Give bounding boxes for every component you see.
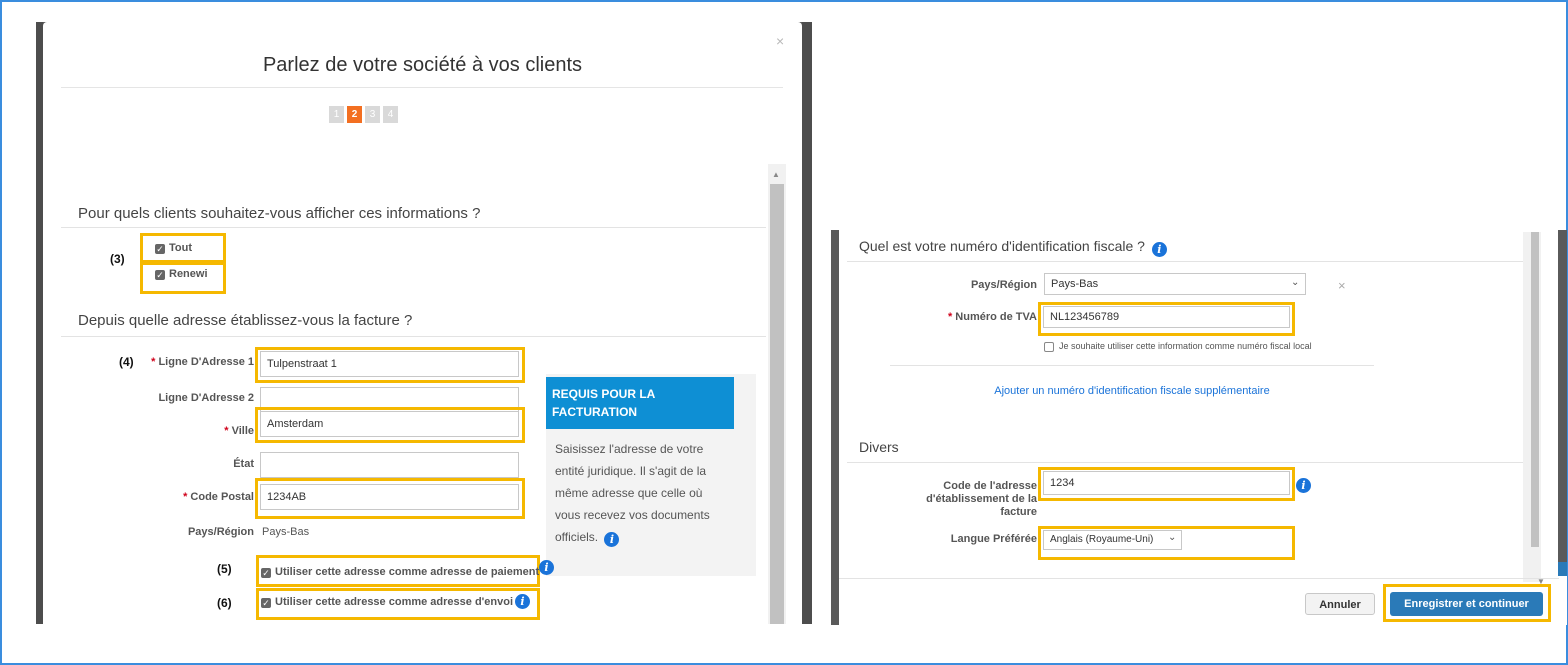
vat-label: * Numéro de TVA [947,311,1037,323]
city-input[interactable]: Amsterdam [260,411,519,437]
postal-input[interactable]: 1234AB [260,484,519,510]
chevron-down-icon: ⌄ [1168,532,1177,543]
info-icon[interactable]: i [1151,242,1167,257]
addr1-label: * Ligne D'Adresse 1 [151,356,254,368]
state-input[interactable] [260,452,519,478]
add-tax-id-link[interactable]: Ajouter un numéro d'identification fisca… [890,385,1374,397]
step-1[interactable]: 1 [329,106,344,123]
billing-code-label: Code de l'adresse d'établissement de la … [926,480,1037,518]
cancel-button[interactable]: Annuler [1305,593,1375,615]
billing-info-text: Saisissez l'adresse de votre entité juri… [555,438,727,548]
language-label: Langue Préférée [950,533,1037,545]
checkbox-use-shipping[interactable]: ✓ [261,598,271,608]
callout-5: (5) [217,562,232,576]
divider [61,336,766,337]
checkbox-use-shipping-label: Utiliser cette adresse comme adresse d'e… [275,596,514,608]
addr1-label-text: Ligne D'Adresse 1 [158,356,254,368]
vat-label-text: Numéro de TVA [955,311,1037,323]
tax-question-text: Quel est votre numéro d'identification f… [859,238,1145,254]
save-continue-button[interactable]: Enregistrer et continuer [1390,592,1543,616]
country-value: Pays-Bas [262,526,310,538]
tax-country-label: Pays/Région [970,279,1037,291]
modal-backdrop-edge [831,230,839,625]
screenshot-frame: Parlez de votre société à vos clients × … [0,0,1568,665]
info-icon[interactable]: i [515,594,530,609]
checkbox-tout[interactable]: ✓ [155,244,165,254]
divider [890,365,1374,366]
divider [847,261,1523,262]
checkbox-renewi[interactable]: ✓ [155,270,165,280]
modal-backdrop-edge [1558,562,1567,576]
postal-label-text: Code Postal [190,491,254,503]
remove-icon[interactable]: × [1338,278,1346,293]
tax-country-select[interactable]: Pays-Bas [1044,273,1306,295]
callout-3: (3) [110,252,125,266]
info-icon[interactable]: i [1296,478,1311,493]
postal-label: * Code Postal [183,491,254,503]
city-label-text: Ville [231,425,254,437]
tax-question: Quel est votre numéro d'identification f… [859,238,1167,257]
info-icon[interactable]: i [539,560,554,575]
step-3[interactable]: 3 [365,106,380,123]
company-info-modal: Parlez de votre société à vos clients × … [43,22,802,624]
local-tax-checkbox-label: Je souhaite utiliser cette information c… [1059,341,1312,351]
addr1-input[interactable]: Tulpenstraat 1 [260,351,519,377]
callout-6: (6) [217,596,232,610]
clients-question: Pour quels clients souhaitez-vous affich… [78,205,481,222]
divider [61,227,766,228]
info-icon[interactable]: i [604,532,620,547]
vat-input[interactable]: NL123456789 [1043,306,1290,328]
modal-title: Parlez de votre société à vos clients [262,54,583,76]
divider [847,462,1523,463]
scroll-up-arrow-icon[interactable]: ▲ [772,170,780,179]
step-4[interactable]: 4 [383,106,398,123]
checkbox-renewi-label: Renewi [169,268,208,280]
divider [61,87,783,88]
close-icon[interactable]: × [776,33,784,49]
checkbox-use-payment[interactable]: ✓ [261,568,271,578]
language-select[interactable]: Anglais (Royaume-Uni) [1043,530,1182,550]
checkbox-tout-label: Tout [169,242,193,254]
checkbox-use-payment-label: Utiliser cette adresse comme adresse de … [275,566,540,578]
addr2-label: Ligne D'Adresse 2 [158,392,254,404]
billing-info-heading: REQUIS POUR LA FACTURATION [546,377,734,429]
city-label: * Ville [224,425,254,437]
billing-info-text-body: Saisissez l'adresse de votre entité juri… [555,442,710,544]
chevron-down-icon: ⌄ [1291,277,1300,288]
step-2[interactable]: 2 [347,106,362,123]
scrollbar-thumb[interactable] [770,184,784,624]
address-question: Depuis quelle adresse établissez-vous la… [78,312,413,329]
misc-heading: Divers [859,439,899,455]
callout-4: (4) [119,355,134,369]
scrollbar-thumb[interactable] [1531,232,1539,547]
state-label: État [233,458,254,470]
modal-backdrop-edge [1558,230,1567,575]
country-label: Pays/Région [187,526,254,538]
local-tax-checkbox[interactable] [1044,342,1054,352]
divider [839,578,1559,579]
billing-code-input[interactable]: 1234 [1043,471,1290,495]
